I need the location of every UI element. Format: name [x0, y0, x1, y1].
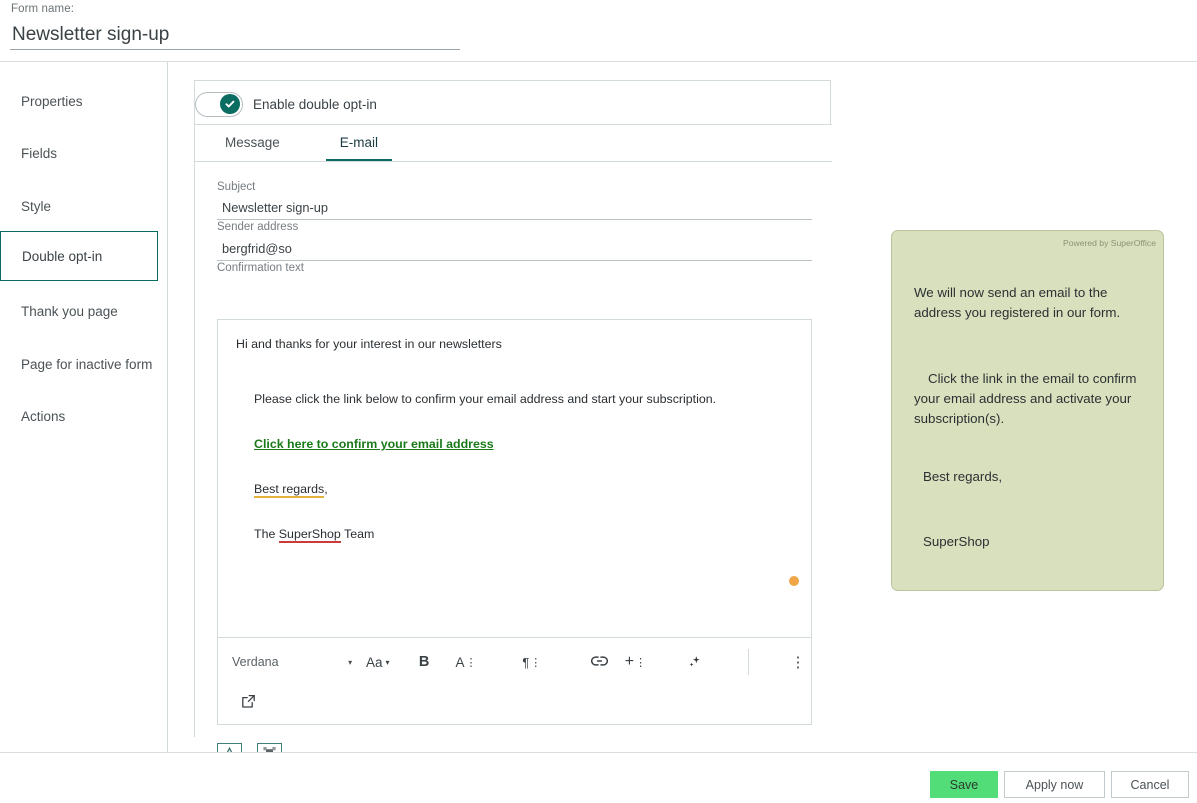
sidebar-item-properties[interactable]: Properties: [0, 76, 158, 126]
confirmation-text-label: Confirmation text: [217, 262, 304, 274]
font-size-label: Aa: [366, 654, 383, 670]
sidebar-item-style[interactable]: Style: [0, 181, 158, 231]
sidebar-item-label: Properties: [21, 93, 83, 109]
cancel-label: Cancel: [1130, 777, 1170, 792]
kebab-icon: ⋮: [635, 656, 647, 669]
chevron-down-icon: ▾: [385, 657, 390, 667]
form-name-input[interactable]: [10, 22, 460, 50]
sidebar-item-actions[interactable]: Actions: [0, 391, 158, 441]
editor-toolbar-row-primary: Verdana ▾ Aa ▾ B A ⋮ ¶ ⋮ + ⋮ ⋮: [218, 639, 811, 685]
paragraph-style-button[interactable]: ¶ ⋮: [519, 647, 545, 677]
font-family-select[interactable]: Verdana: [232, 655, 343, 669]
cancel-button[interactable]: Cancel: [1111, 771, 1189, 798]
text-color-button[interactable]: A ⋮: [453, 647, 479, 677]
editor-greeting-line: Hi and thanks for your interest in our n…: [236, 337, 502, 351]
save-label: Save: [949, 777, 979, 792]
editor-regards-line: Best regards,: [254, 481, 793, 498]
sender-address-label: Sender address: [217, 221, 299, 233]
sidebar-item-thank-you-page[interactable]: Thank you page: [0, 286, 158, 336]
double-opt-in-preview: Powered by SuperOffice We will now send …: [891, 230, 1164, 591]
open-in-new-window-button[interactable]: [234, 688, 262, 718]
sidebar-item-label: Page for inactive form: [21, 356, 153, 372]
sidebar-item-double-opt-in[interactable]: Double opt-in: [0, 231, 158, 281]
form-name-header: Form name:: [0, 0, 1197, 60]
editor-content-area[interactable]: Hi and thanks for your interest in our n…: [218, 320, 811, 638]
sidebar-item-label: Double opt-in: [22, 248, 103, 264]
open-in-new-icon: [241, 694, 256, 712]
editor-confirm-link[interactable]: Click here to confirm your email address: [254, 437, 793, 453]
tab-message[interactable]: Message: [211, 124, 294, 161]
font-family-value: Verdana: [232, 655, 279, 669]
font-family-caret: ▾: [348, 657, 353, 667]
editor-signature-line: The SuperShop Team: [254, 527, 793, 543]
sender-address-input[interactable]: [217, 238, 812, 261]
editor-instruction-line: Please click the link below to confirm y…: [254, 391, 717, 406]
preview-paragraph-1: We will now send an email to the address…: [914, 285, 1121, 321]
font-size-button[interactable]: Aa ▾: [357, 647, 398, 677]
double-opt-in-tabs-card: Message E-mail Subject Sender address Co…: [195, 124, 832, 781]
more-options-button[interactable]: ⋮: [785, 647, 811, 677]
editor-confirm-link-label: Click here to confirm your email address: [254, 437, 494, 451]
subject-input[interactable]: [217, 197, 812, 220]
kebab-icon: ⋮: [790, 654, 806, 671]
sidebar-item-label: Thank you page: [21, 303, 118, 319]
double-opt-in-panel: Enable double opt-in Message E-mail Subj…: [194, 80, 832, 781]
paragraph-icon: ¶: [522, 654, 530, 670]
editor-signature-prefix: The: [254, 527, 279, 541]
powered-by-label: Powered by SuperOffice: [1063, 238, 1156, 248]
tab-email[interactable]: E-mail: [325, 124, 393, 161]
tab-label: E-mail: [339, 135, 379, 150]
kebab-icon: ⋮: [465, 656, 477, 669]
preview-paragraph-3: Best regards,: [923, 469, 1003, 484]
header-divider: [0, 61, 1197, 62]
bold-label: B: [418, 654, 430, 670]
insert-element-button[interactable]: + ⋮: [623, 647, 649, 677]
apply-now-label: Apply now: [1025, 777, 1084, 792]
plus-icon: +: [624, 653, 635, 670]
kebab-icon: ⋮: [530, 656, 542, 669]
sidebar-item-label: Style: [21, 198, 52, 214]
sidebar-item-label: Fields: [21, 145, 58, 161]
enable-double-opt-in-row: Enable double opt-in: [195, 90, 377, 118]
sidebar-item-fields[interactable]: Fields: [0, 128, 158, 178]
enable-double-opt-in-toggle[interactable]: [195, 91, 243, 117]
editor-regards-tail: ,: [324, 481, 328, 496]
editor-toolbar: Verdana ▾ Aa ▾ B A ⋮ ¶ ⋮ + ⋮ ⋮: [218, 639, 811, 724]
sidebar-item-label: Actions: [21, 408, 66, 424]
unsaved-changes-indicator: [789, 576, 799, 586]
preview-paragraph-2: Click the link in the email to confirm y…: [914, 371, 1137, 427]
spellcheck-error-text: SuperShop: [278, 527, 341, 543]
enable-double-opt-in-label: Enable double opt-in: [253, 96, 377, 112]
sparkle-icon: [687, 653, 703, 672]
chevron-down-icon[interactable]: ▾: [343, 647, 358, 677]
insert-link-button[interactable]: [587, 647, 613, 677]
link-icon: [591, 655, 609, 670]
confirmation-text-editor: Hi and thanks for your interest in our n…: [217, 319, 812, 725]
apply-now-button[interactable]: Apply now: [1004, 771, 1105, 798]
sidebar-item-page-for-inactive-form[interactable]: Page for inactive form: [0, 339, 158, 389]
preview-paragraph-4: SuperShop: [923, 534, 990, 549]
text-color-label: A: [455, 654, 465, 670]
spellcheck-warning-text: Best regards: [254, 481, 325, 498]
tab-label: Message: [225, 135, 280, 150]
ai-assist-button[interactable]: [682, 647, 708, 677]
check-icon: [220, 94, 240, 114]
form-name-label: Form name:: [11, 3, 74, 15]
toolbar-divider: [748, 649, 750, 675]
editor-signature-suffix: Team: [340, 527, 375, 541]
tab-strip: Message E-mail: [195, 125, 832, 162]
sidebar: Properties Fields Style Double opt-in Th…: [0, 62, 168, 752]
save-button[interactable]: Save: [930, 771, 998, 798]
editor-toolbar-row-secondary: [218, 685, 811, 721]
footer-action-bar: Save Apply now Cancel: [0, 752, 1197, 803]
bold-button[interactable]: B: [412, 647, 436, 677]
subject-label: Subject: [217, 181, 256, 193]
